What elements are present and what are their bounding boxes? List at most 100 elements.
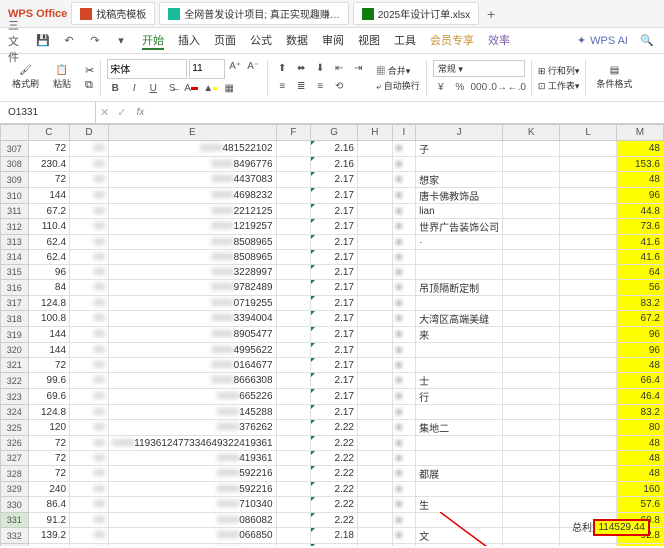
cell[interactable]	[560, 544, 616, 547]
cell[interactable]	[560, 358, 616, 373]
table-row[interactable]: 314 62.4 00 00008508965 2.17 ■ 41.6	[1, 250, 664, 265]
cell[interactable]: 2.16	[311, 157, 358, 172]
cell[interactable]: 0000419361	[109, 451, 277, 466]
row-header[interactable]: 322	[1, 373, 29, 389]
col-header[interactable]: L	[560, 125, 616, 141]
dec-inc-icon[interactable]: .0→	[490, 79, 506, 95]
table-row[interactable]: 328 72 00 0000592216 2.22 ■ 都展 48	[1, 466, 664, 482]
menu-page[interactable]: 页面	[214, 32, 236, 50]
cell[interactable]: 0000585881	[109, 544, 277, 547]
row-header[interactable]: 327	[1, 451, 29, 466]
cell[interactable]: 100.8	[28, 311, 69, 327]
cell[interactable]	[276, 451, 311, 466]
table-row[interactable]: 317 124.8 00 00000719255 2.17 ■ 83.2	[1, 296, 664, 311]
cell[interactable]	[503, 482, 560, 497]
table-row[interactable]: 310 144 00 00004698232 2.17 ■ 唐卡佛教饰品 96	[1, 188, 664, 204]
cell[interactable]: 67.2	[616, 311, 663, 327]
cell[interactable]	[276, 141, 311, 157]
row-header[interactable]: 324	[1, 405, 29, 420]
cell[interactable]	[276, 528, 311, 544]
cell[interactable]: 集地二	[416, 420, 503, 436]
table-row[interactable]: 331 91.2 00 0000086082 2.22 ■ 60.8	[1, 513, 664, 528]
cell[interactable]: 48	[616, 141, 663, 157]
cell[interactable]: ■	[392, 311, 415, 327]
row-header[interactable]: 320	[1, 343, 29, 358]
cell[interactable]: 48	[616, 172, 663, 188]
cell[interactable]	[276, 513, 311, 528]
tab-design[interactable]: 全网普发设计项目; 真正实现趣赚…	[159, 2, 349, 25]
cell[interactable]	[503, 235, 560, 250]
cell[interactable]: 00004995622	[109, 343, 277, 358]
cell[interactable]: 240	[28, 482, 69, 497]
cell[interactable]	[560, 250, 616, 265]
cell[interactable]: 2.17	[311, 250, 358, 265]
cell[interactable]: 00	[70, 436, 109, 451]
table-row[interactable]: 325 120 00 0000376262 2.22 ■ 集地二 80	[1, 420, 664, 436]
cell[interactable]	[560, 405, 616, 420]
cell[interactable]: 62.4	[28, 235, 69, 250]
cell[interactable]	[357, 219, 392, 235]
cell[interactable]: 00	[70, 497, 109, 513]
cell[interactable]: ■	[392, 373, 415, 389]
cell[interactable]	[276, 204, 311, 219]
cell[interactable]: 2.17	[311, 327, 358, 343]
cell[interactable]: 110.4	[28, 219, 69, 235]
col-header[interactable]: I	[392, 125, 415, 141]
cell[interactable]	[560, 497, 616, 513]
cell-reference[interactable]: O1331	[0, 102, 96, 123]
cell[interactable]	[416, 250, 503, 265]
cell[interactable]	[357, 327, 392, 343]
cond-format-button[interactable]: ▤ 条件格式	[592, 65, 636, 90]
cell[interactable]: 0000592216	[109, 482, 277, 497]
cell[interactable]: 0000376262	[109, 420, 277, 436]
cell[interactable]	[357, 157, 392, 172]
cell[interactable]	[560, 466, 616, 482]
cell[interactable]: 00001193612477334649322419361	[109, 436, 277, 451]
orient-icon[interactable]: ⟲	[331, 79, 347, 95]
cell[interactable]: 144	[28, 327, 69, 343]
cell[interactable]: 120	[28, 420, 69, 436]
row-header[interactable]: 307	[1, 141, 29, 157]
cell[interactable]: 72	[28, 141, 69, 157]
cell[interactable]	[560, 172, 616, 188]
row-header[interactable]: 310	[1, 188, 29, 204]
cell[interactable]: 00	[70, 327, 109, 343]
row-header[interactable]: 329	[1, 482, 29, 497]
cell[interactable]: 00	[70, 265, 109, 280]
cell[interactable]: 00	[70, 528, 109, 544]
cell[interactable]	[503, 513, 560, 528]
cell[interactable]: 2.17	[311, 204, 358, 219]
cell[interactable]: 48	[616, 436, 663, 451]
cell[interactable]: 57.6	[616, 497, 663, 513]
row-header[interactable]: 312	[1, 219, 29, 235]
cell[interactable]	[560, 311, 616, 327]
fill-color-button[interactable]: ▲	[202, 81, 218, 97]
cell[interactable]: 124.8	[28, 296, 69, 311]
cell[interactable]: 0000592216	[109, 466, 277, 482]
col-header[interactable]: G	[311, 125, 358, 141]
cell[interactable]: 2.22	[311, 466, 358, 482]
cell[interactable]: 99.6	[28, 373, 69, 389]
cell[interactable]: 大湾区高端美缝	[416, 311, 503, 327]
confirm-icon[interactable]: ✓	[113, 106, 130, 119]
cell[interactable]: 48	[616, 451, 663, 466]
col-header[interactable]: M	[616, 125, 663, 141]
fx-icon[interactable]: fx	[130, 107, 150, 118]
cell[interactable]: 64	[616, 265, 663, 280]
cell[interactable]: 124.8	[28, 405, 69, 420]
cell[interactable]	[28, 544, 69, 547]
table-row[interactable]: 323 69.6 00 0000665226 2.17 ■ 行 46.4	[1, 389, 664, 405]
cell[interactable]: 00002212125	[109, 204, 277, 219]
row-header[interactable]: 317	[1, 296, 29, 311]
cell[interactable]: 72	[28, 172, 69, 188]
col-header[interactable]: C	[28, 125, 69, 141]
cell[interactable]	[560, 157, 616, 172]
cell[interactable]: lian	[416, 204, 503, 219]
cell[interactable]	[357, 188, 392, 204]
menu-effect[interactable]: 效率	[488, 32, 510, 50]
cell[interactable]	[503, 466, 560, 482]
cell[interactable]: 00008905477	[109, 327, 277, 343]
cell[interactable]	[503, 296, 560, 311]
cell[interactable]	[503, 327, 560, 343]
cell[interactable]: 2.17	[311, 389, 358, 405]
